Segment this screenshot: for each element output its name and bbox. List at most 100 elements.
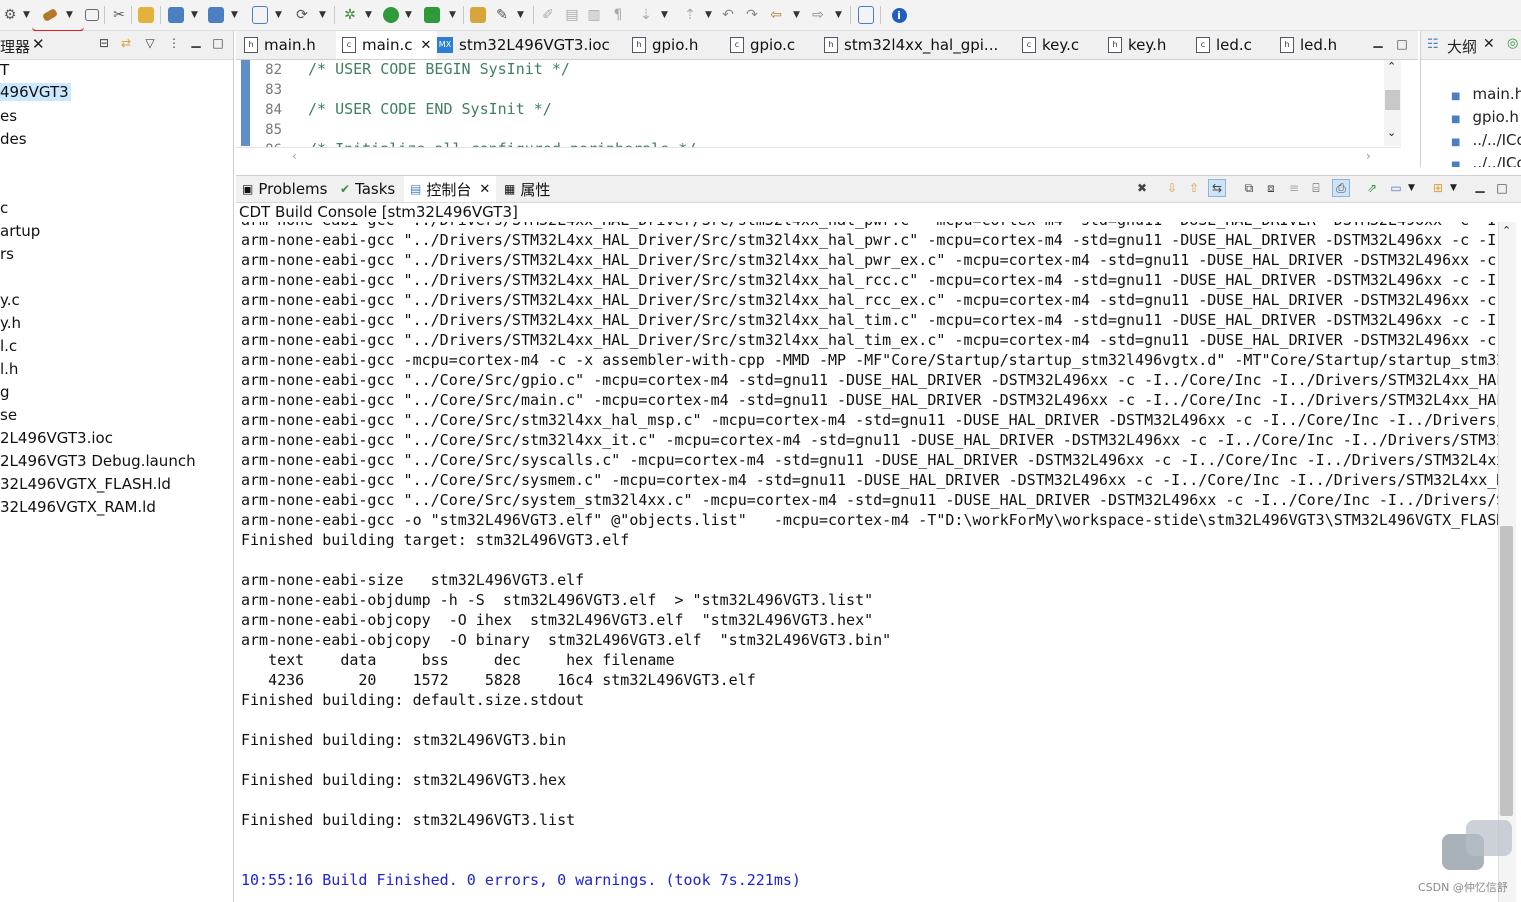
dropdown-icon[interactable]: ▼ — [514, 4, 524, 26]
edit-icon[interactable]: ✐ — [540, 4, 556, 26]
tab-key-c[interactable]: c key.c — [1022, 31, 1079, 59]
view-menu-icon[interactable]: ⋮ — [166, 35, 182, 51]
dropdown-icon[interactable]: ▼ — [702, 4, 712, 26]
prev-error-icon[interactable]: ⇧ — [1186, 180, 1202, 196]
dropdown-icon[interactable]: ▼ — [20, 4, 30, 26]
new-folder-icon[interactable] — [168, 4, 184, 26]
tab-led-c[interactable]: c led.c — [1196, 31, 1252, 59]
code-editor[interactable]: 82 /* USER CODE BEGIN SysInit */ 83 84 /… — [236, 60, 1418, 166]
dropdown-icon[interactable]: ▼ — [446, 4, 456, 26]
word-wrap-icon[interactable]: ≡ — [1286, 180, 1302, 196]
close-icon[interactable]: ✕ — [421, 38, 432, 53]
minimize-icon[interactable]: ▁ — [188, 33, 204, 49]
toggle-mark-icon[interactable]: ▤ — [564, 4, 580, 26]
dropdown-icon[interactable]: ▼ — [832, 4, 842, 26]
tab-hal-gpio[interactable]: h stm32l4xx_hal_gpi... — [824, 31, 998, 59]
tree-item[interactable]: l.c — [0, 337, 17, 355]
prev-annotation-icon[interactable]: ⇡ — [682, 4, 698, 26]
tree-item[interactable]: g — [0, 383, 10, 401]
next-error-icon[interactable]: ⇩ — [1164, 180, 1180, 196]
clean-icon[interactable]: ✂ — [111, 4, 127, 26]
scroll-down-icon[interactable]: ⌄ — [1387, 126, 1396, 139]
external-tool-icon[interactable] — [424, 4, 440, 26]
dropdown-icon[interactable]: ▼ — [790, 4, 800, 26]
tree-item[interactable]: des — [0, 130, 27, 148]
tree-item[interactable]: es — [0, 107, 17, 125]
new-console-icon[interactable]: ⊞ — [1430, 180, 1446, 196]
search-icon[interactable]: ✎ — [494, 4, 510, 26]
dropdown-icon[interactable]: ▼ — [228, 4, 238, 26]
build-hammer-icon[interactable] — [40, 4, 60, 26]
build-console-output[interactable]: arm-none-eabi-gcc "../Drivers/STM32L4xx_… — [236, 222, 1498, 902]
forward-icon[interactable]: ↷ — [744, 4, 760, 26]
pilcrow-icon[interactable]: ¶ — [610, 4, 626, 26]
clear-console-icon[interactable]: ✖ — [1134, 180, 1150, 196]
tab-main-h[interactable]: h main.h — [244, 31, 316, 59]
outline-sync-icon[interactable]: ◎ — [1507, 36, 1518, 51]
maximize-icon[interactable]: □ — [210, 35, 226, 51]
back-icon[interactable]: ↶ — [720, 4, 736, 26]
dropdown-icon[interactable]: ▼ — [188, 4, 198, 26]
tree-item[interactable]: 2L496VGT3 Debug.launch — [0, 452, 196, 470]
new-class-icon[interactable] — [252, 4, 268, 26]
console-scroll-thumb[interactable] — [1500, 526, 1513, 816]
dropdown-icon[interactable]: ▼ — [658, 4, 668, 26]
tab-led-h[interactable]: h led.h — [1280, 31, 1337, 59]
next-annotation-icon[interactable]: ⇣ — [638, 4, 654, 26]
dropdown-icon[interactable]: ▼ — [272, 4, 282, 26]
display-console-icon[interactable]: ⎙ — [1332, 179, 1350, 197]
paste-icon[interactable]: ⧈ — [1263, 180, 1279, 196]
debug-icon[interactable] — [84, 4, 100, 26]
minimize-icon[interactable]: ▁ — [1472, 178, 1488, 194]
dropdown-icon[interactable]: ▼ — [316, 4, 326, 26]
collapse-all-icon[interactable]: ⊟ — [96, 35, 112, 51]
console-select-icon[interactable]: ▭ — [1388, 180, 1404, 196]
tree-item[interactable]: se — [0, 406, 17, 424]
horizontal-scrollbar[interactable]: ‹ › — [236, 147, 1401, 166]
build-dropdown-icon[interactable]: ▼ — [62, 4, 74, 26]
scroll-thumb[interactable] — [1385, 90, 1400, 110]
tab-main-c[interactable]: c main.c ✕ — [336, 31, 438, 59]
outline-item[interactable]: ■ gpio.h — [1451, 108, 1519, 126]
copy-icon[interactable]: ⧉ — [1241, 180, 1257, 196]
tree-item[interactable]: artup — [0, 222, 40, 240]
pin-console-icon[interactable]: ⌸ — [1308, 180, 1324, 196]
run-icon[interactable] — [382, 4, 400, 26]
dropdown-icon[interactable]: ▼ — [1450, 183, 1457, 193]
scroll-left-icon[interactable]: ‹ — [292, 149, 297, 163]
tab-ioc[interactable]: MX stm32L496VGT3.ioc — [437, 31, 610, 59]
tab-problems[interactable]: ▣ Problems — [242, 176, 327, 202]
perspective-icon[interactable] — [858, 4, 874, 26]
close-icon[interactable]: ✕ — [479, 182, 490, 197]
open-console-icon[interactable]: ⇗ — [1364, 180, 1380, 196]
tree-item[interactable]: y.h — [0, 314, 21, 332]
maximize-icon[interactable]: □ — [1494, 180, 1510, 196]
flash-icon[interactable] — [138, 4, 154, 26]
tree-item[interactable]: 2L496VGT3.ioc — [0, 429, 113, 447]
dropdown-icon[interactable]: ▼ — [1408, 183, 1415, 193]
outline-item[interactable]: ■ ../../ICo — [1451, 131, 1521, 149]
filter-icon[interactable]: ▽ — [142, 35, 158, 51]
tab-gpio-c[interactable]: c gpio.c — [730, 31, 795, 59]
info-icon[interactable]: i — [890, 4, 908, 26]
new-file-icon[interactable] — [208, 4, 224, 26]
close-icon[interactable]: ✕ — [1483, 36, 1495, 52]
format-icon[interactable]: ▥ — [586, 4, 602, 26]
tab-console[interactable]: ▤ 控制台 ✕ — [404, 176, 497, 202]
scroll-right-icon[interactable]: › — [1366, 149, 1371, 163]
tree-item[interactable]: c — [0, 199, 8, 217]
dropdown-icon[interactable]: ▼ — [402, 4, 412, 26]
nav-forward-icon[interactable]: ⇨ — [810, 4, 826, 26]
tab-properties[interactable]: ▦ 属性 — [504, 176, 550, 202]
minimize-icon[interactable]: ▁ — [1370, 33, 1386, 49]
tree-item[interactable]: 32L496VGTX_FLASH.ld — [0, 475, 171, 493]
tree-item[interactable]: rs — [0, 245, 14, 263]
scroll-up-icon[interactable]: ⌃ — [1387, 60, 1396, 73]
outline-item[interactable]: ■ main.h — [1451, 85, 1521, 103]
open-icon[interactable] — [470, 4, 486, 26]
tree-item[interactable]: l.h — [0, 360, 18, 378]
tree-item[interactable]: 32L496VGTX_RAM.ld — [0, 498, 156, 516]
tree-item-project[interactable]: 496VGT3 — [0, 83, 71, 101]
tab-key-h[interactable]: h key.h — [1108, 31, 1166, 59]
outline-item[interactable]: ■ ../../ICo — [1451, 154, 1521, 167]
